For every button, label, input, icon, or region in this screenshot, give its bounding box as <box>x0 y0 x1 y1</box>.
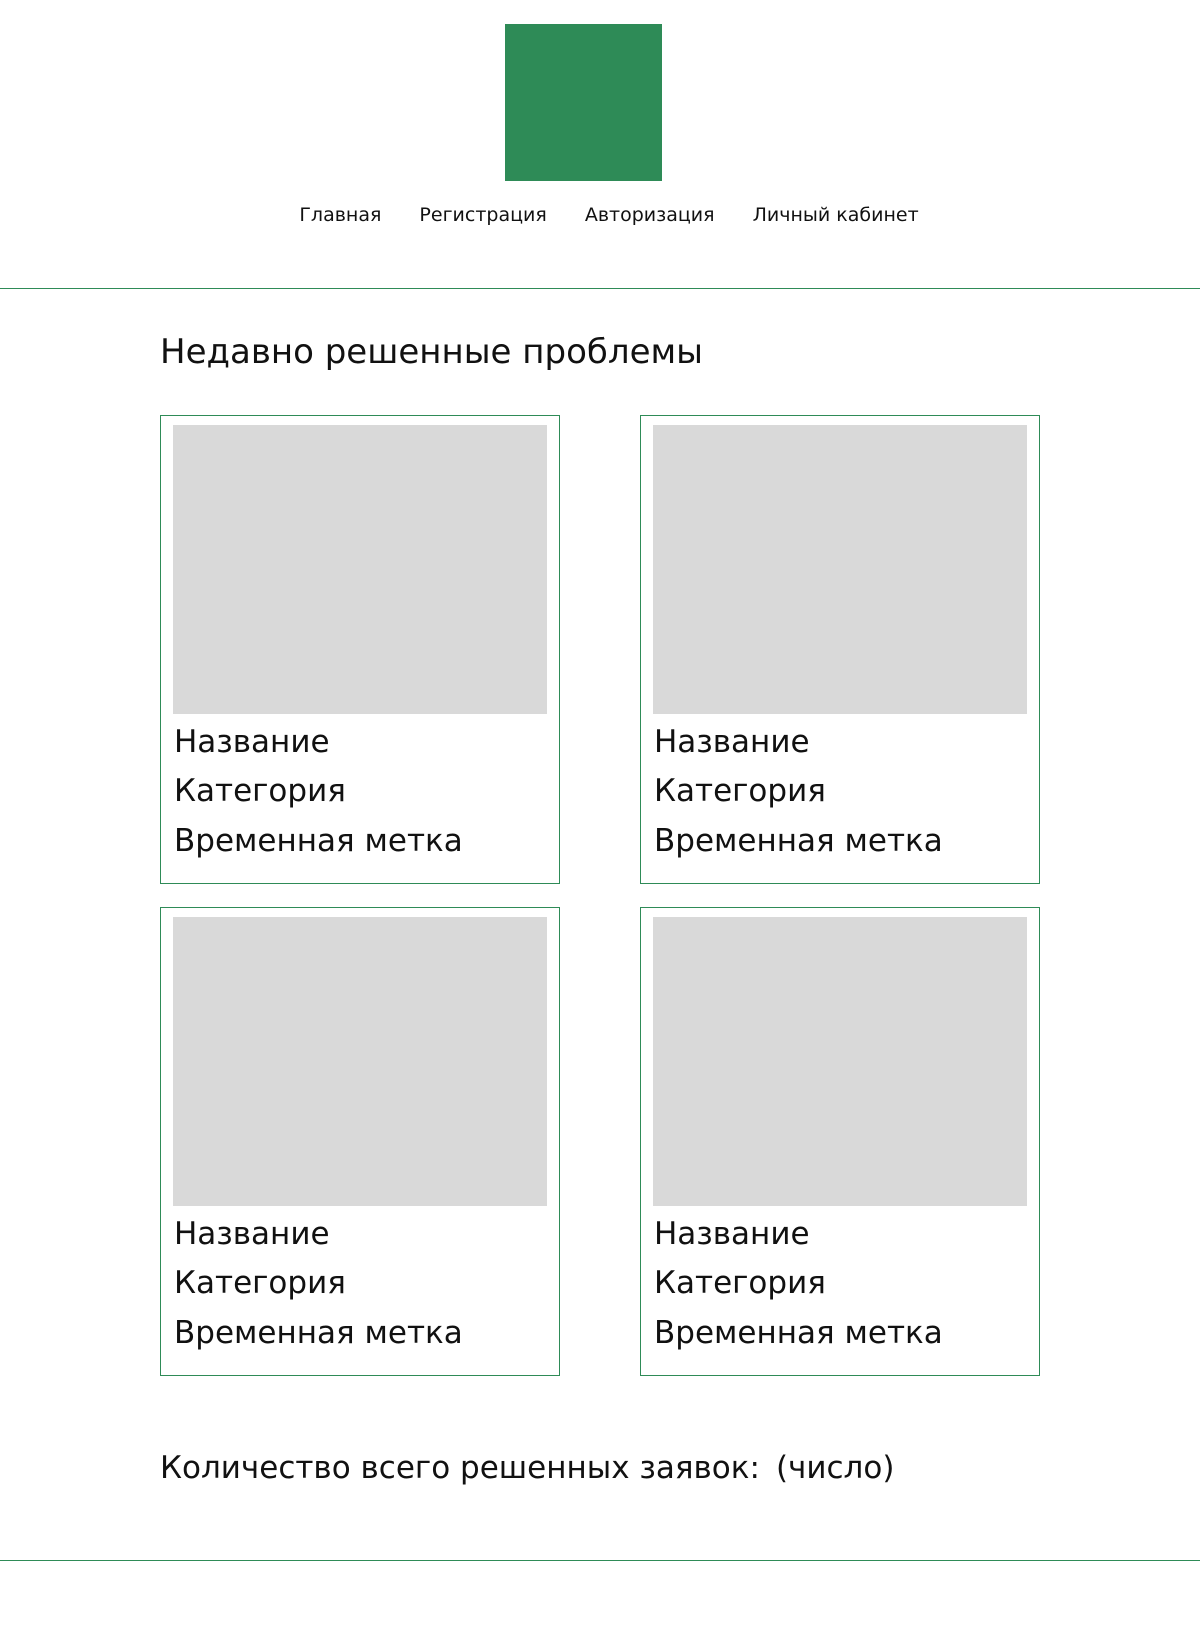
card-category: Категория <box>654 773 826 809</box>
logo[interactable] <box>505 24 662 181</box>
total-solved: Количество всего решенных заявок: (число) <box>160 1448 894 1488</box>
card-title: Название <box>174 724 330 760</box>
problem-card[interactable]: Название Категория Временная метка <box>160 415 560 884</box>
section-title: Недавно решенные проблемы <box>160 332 703 372</box>
card-title: Название <box>654 1216 810 1252</box>
problem-card[interactable]: Название Категория Временная метка <box>640 907 1040 1376</box>
nav-link-registration[interactable]: Регистрация <box>419 203 546 227</box>
card-category: Категория <box>174 1265 346 1301</box>
card-timestamp: Временная метка <box>174 1315 463 1351</box>
problem-card[interactable]: Название Категория Временная метка <box>640 415 1040 884</box>
card-timestamp: Временная метка <box>654 823 943 859</box>
total-solved-label: Количество всего решенных заявок: <box>160 1450 760 1486</box>
main-nav: Главная Регистрация Авторизация Личный к… <box>0 203 1200 227</box>
total-solved-value: (число) <box>775 1450 895 1486</box>
header-divider <box>0 288 1200 289</box>
card-category: Категория <box>174 773 346 809</box>
problem-card[interactable]: Название Категория Временная метка <box>160 907 560 1376</box>
footer-divider <box>0 1560 1200 1561</box>
card-title: Название <box>654 724 810 760</box>
card-timestamp: Временная метка <box>174 823 463 859</box>
nav-link-login[interactable]: Авторизация <box>585 203 715 227</box>
card-title: Название <box>174 1216 330 1252</box>
card-image-placeholder <box>653 425 1027 714</box>
card-image-placeholder <box>173 425 547 714</box>
card-category: Категория <box>654 1265 826 1301</box>
card-image-placeholder <box>173 917 547 1206</box>
cards-grid: Название Категория Временная метка Назва… <box>160 415 1040 1376</box>
card-timestamp: Временная метка <box>654 1315 943 1351</box>
card-image-placeholder <box>653 917 1027 1206</box>
nav-link-home[interactable]: Главная <box>299 203 381 227</box>
nav-link-account[interactable]: Личный кабинет <box>753 203 919 227</box>
